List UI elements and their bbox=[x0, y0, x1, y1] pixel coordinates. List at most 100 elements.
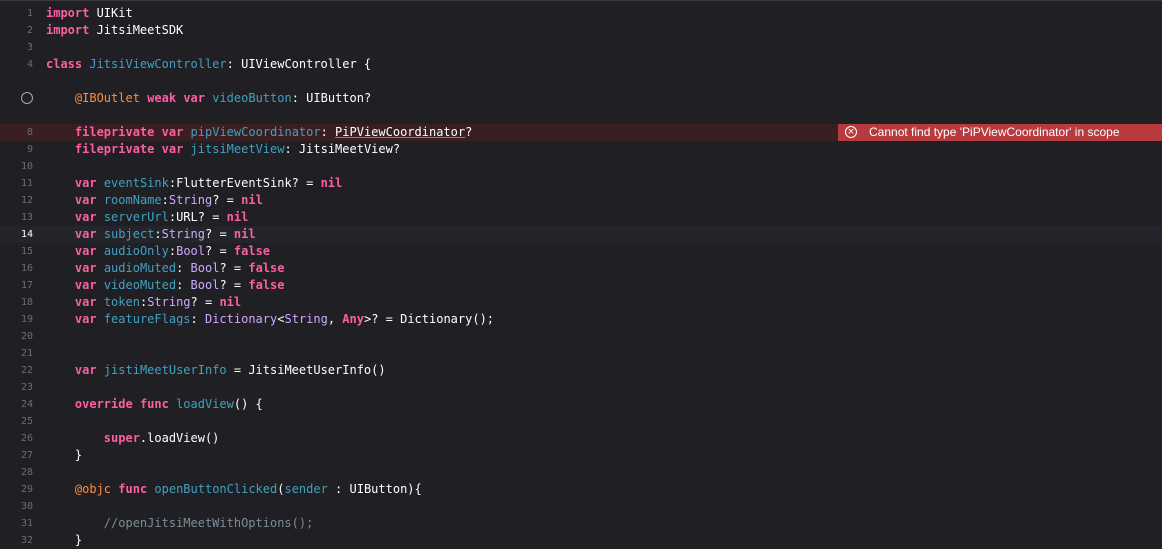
code-line[interactable]: 27 } bbox=[0, 447, 1162, 464]
code-token: :FlutterEventSink? = bbox=[168, 176, 321, 190]
code-line-error[interactable]: 8 fileprivate var pipViewCoordinator: Pi… bbox=[0, 124, 1162, 141]
line-number[interactable]: 4 bbox=[0, 56, 33, 73]
code-line[interactable]: 32 } bbox=[0, 532, 1162, 549]
line-number[interactable]: 19 bbox=[0, 311, 33, 328]
code-line[interactable]: 22 var jistiMeetUserInfo = JitsiMeetUser… bbox=[0, 362, 1162, 379]
code-token: audioMuted bbox=[103, 261, 177, 275]
code-token: audioOnly bbox=[103, 244, 169, 258]
line-number[interactable]: 13 bbox=[0, 209, 33, 226]
line-number[interactable]: 30 bbox=[0, 498, 33, 515]
code-text: class JitsiViewController: UIViewControl… bbox=[46, 56, 371, 73]
code-line[interactable]: 4 class JitsiViewController: UIViewContro… bbox=[0, 56, 1162, 73]
code-line[interactable]: 13 var serverUrl:URL? = nil bbox=[0, 209, 1162, 226]
code-token: : UIViewController { bbox=[226, 57, 372, 71]
code-line[interactable]: 17 var videoMuted: Bool? = false bbox=[0, 277, 1162, 294]
line-number[interactable]: 27 bbox=[0, 447, 33, 464]
code-token: var bbox=[74, 210, 97, 224]
code-line[interactable]: 29 @objc func openButtonClicked(sender :… bbox=[0, 481, 1162, 498]
code-line[interactable]: 15 var audioOnly:Bool? = false bbox=[0, 243, 1162, 260]
line-number[interactable]: 26 bbox=[0, 430, 33, 447]
code-line[interactable]: @IBOutlet weak var videoButton: UIButton… bbox=[0, 90, 1162, 107]
code-line[interactable]: 9 fileprivate var jitsiMeetView: JitsiMe… bbox=[0, 141, 1162, 158]
code-token: UIKit bbox=[89, 6, 133, 20]
code-line[interactable]: 18 var token:String? = nil bbox=[0, 294, 1162, 311]
code-line[interactable]: 30 bbox=[0, 498, 1162, 515]
code-token: } bbox=[46, 448, 83, 462]
code-line[interactable]: 3 bbox=[0, 39, 1162, 56]
line-number[interactable]: 1 bbox=[0, 5, 33, 22]
code-token: = JitsiMeetUserInfo() bbox=[226, 363, 386, 377]
code-line[interactable]: 25 bbox=[0, 413, 1162, 430]
error-message-banner[interactable]: × Cannot find type 'PiPViewCoordinator' i… bbox=[838, 124, 1162, 141]
code-token: ? = bbox=[205, 227, 234, 241]
code-editor[interactable]: 1 import UIKit 2 import JitsiMeetSDK 3 4 class… bbox=[0, 0, 1162, 549]
code-line[interactable]: 26 super.loadView() bbox=[0, 430, 1162, 447]
line-number[interactable]: 12 bbox=[0, 192, 33, 209]
line-number[interactable]: 8 bbox=[0, 124, 33, 141]
line-number[interactable]: 21 bbox=[0, 345, 33, 362]
code-text: var jistiMeetUserInfo = JitsiMeetUserInf… bbox=[46, 362, 386, 379]
code-text: var audioMuted: Bool? = false bbox=[46, 260, 285, 277]
line-number[interactable]: 31 bbox=[0, 515, 33, 532]
code-line-current[interactable]: 14 var subject:String? = nil bbox=[0, 226, 1162, 243]
line-number[interactable]: 16 bbox=[0, 260, 33, 277]
code-line[interactable]: 11 var eventSink:FlutterEventSink? = nil bbox=[0, 175, 1162, 192]
code-token: videoButton bbox=[212, 91, 292, 105]
line-number[interactable]: 2 bbox=[0, 22, 33, 39]
code-line[interactable]: 12 var roomName:String? = nil bbox=[0, 192, 1162, 209]
line-number[interactable]: 17 bbox=[0, 277, 33, 294]
code-line[interactable]: 23 bbox=[0, 379, 1162, 396]
code-token: var bbox=[161, 125, 184, 139]
code-line[interactable]: 19 var featureFlags: Dictionary<String, … bbox=[0, 311, 1162, 328]
code-text: //openJitsiMeetWithOptions(); bbox=[46, 515, 314, 532]
code-token: String bbox=[168, 193, 213, 207]
line-number[interactable]: 3 bbox=[0, 39, 33, 56]
code-token: String bbox=[161, 227, 205, 241]
line-number[interactable]: 28 bbox=[0, 464, 33, 481]
line-number[interactable]: 24 bbox=[0, 396, 33, 413]
code-line[interactable]: 20 bbox=[0, 328, 1162, 345]
line-number[interactable]: 22 bbox=[0, 362, 33, 379]
code-token: var bbox=[74, 227, 97, 241]
line-number[interactable]: 11 bbox=[0, 175, 33, 192]
code-token: import bbox=[46, 23, 90, 37]
line-number[interactable]: 10 bbox=[0, 158, 33, 175]
code-text: import UIKit bbox=[46, 5, 133, 22]
code-token: @objc bbox=[74, 482, 112, 496]
line-number[interactable]: 18 bbox=[0, 294, 33, 311]
error-x-icon[interactable]: × bbox=[845, 126, 857, 138]
code-text: var eventSink:FlutterEventSink? = nil bbox=[46, 175, 342, 192]
code-text: var token:String? = nil bbox=[46, 294, 241, 311]
code-line[interactable]: 31 //openJitsiMeetWithOptions(); bbox=[0, 515, 1162, 532]
line-number[interactable]: 25 bbox=[0, 413, 33, 430]
line-number[interactable]: 9 bbox=[0, 141, 33, 158]
line-number[interactable]: 29 bbox=[0, 481, 33, 498]
code-line[interactable]: 16 var audioMuted: Bool? = false bbox=[0, 260, 1162, 277]
line-number[interactable]: 20 bbox=[0, 328, 33, 345]
code-token: featureFlags bbox=[103, 312, 191, 326]
code-line[interactable]: 28 bbox=[0, 464, 1162, 481]
code-line[interactable]: 21 bbox=[0, 345, 1162, 362]
line-number[interactable]: 23 bbox=[0, 379, 33, 396]
code-line[interactable]: 24 override func loadView() { bbox=[0, 396, 1162, 413]
code-line[interactable]: 10 bbox=[0, 158, 1162, 175]
line-number[interactable]: 14 bbox=[0, 226, 33, 243]
code-token: : bbox=[320, 125, 336, 139]
line-number[interactable]: 32 bbox=[0, 532, 33, 549]
line-number[interactable]: 15 bbox=[0, 243, 33, 260]
code-token: ? bbox=[465, 125, 473, 139]
code-line[interactable]: 2 import JitsiMeetSDK bbox=[0, 22, 1162, 39]
code-token: String bbox=[284, 312, 328, 326]
code-token: } bbox=[46, 533, 83, 547]
code-line[interactable]: 1 import UIKit bbox=[0, 5, 1162, 22]
